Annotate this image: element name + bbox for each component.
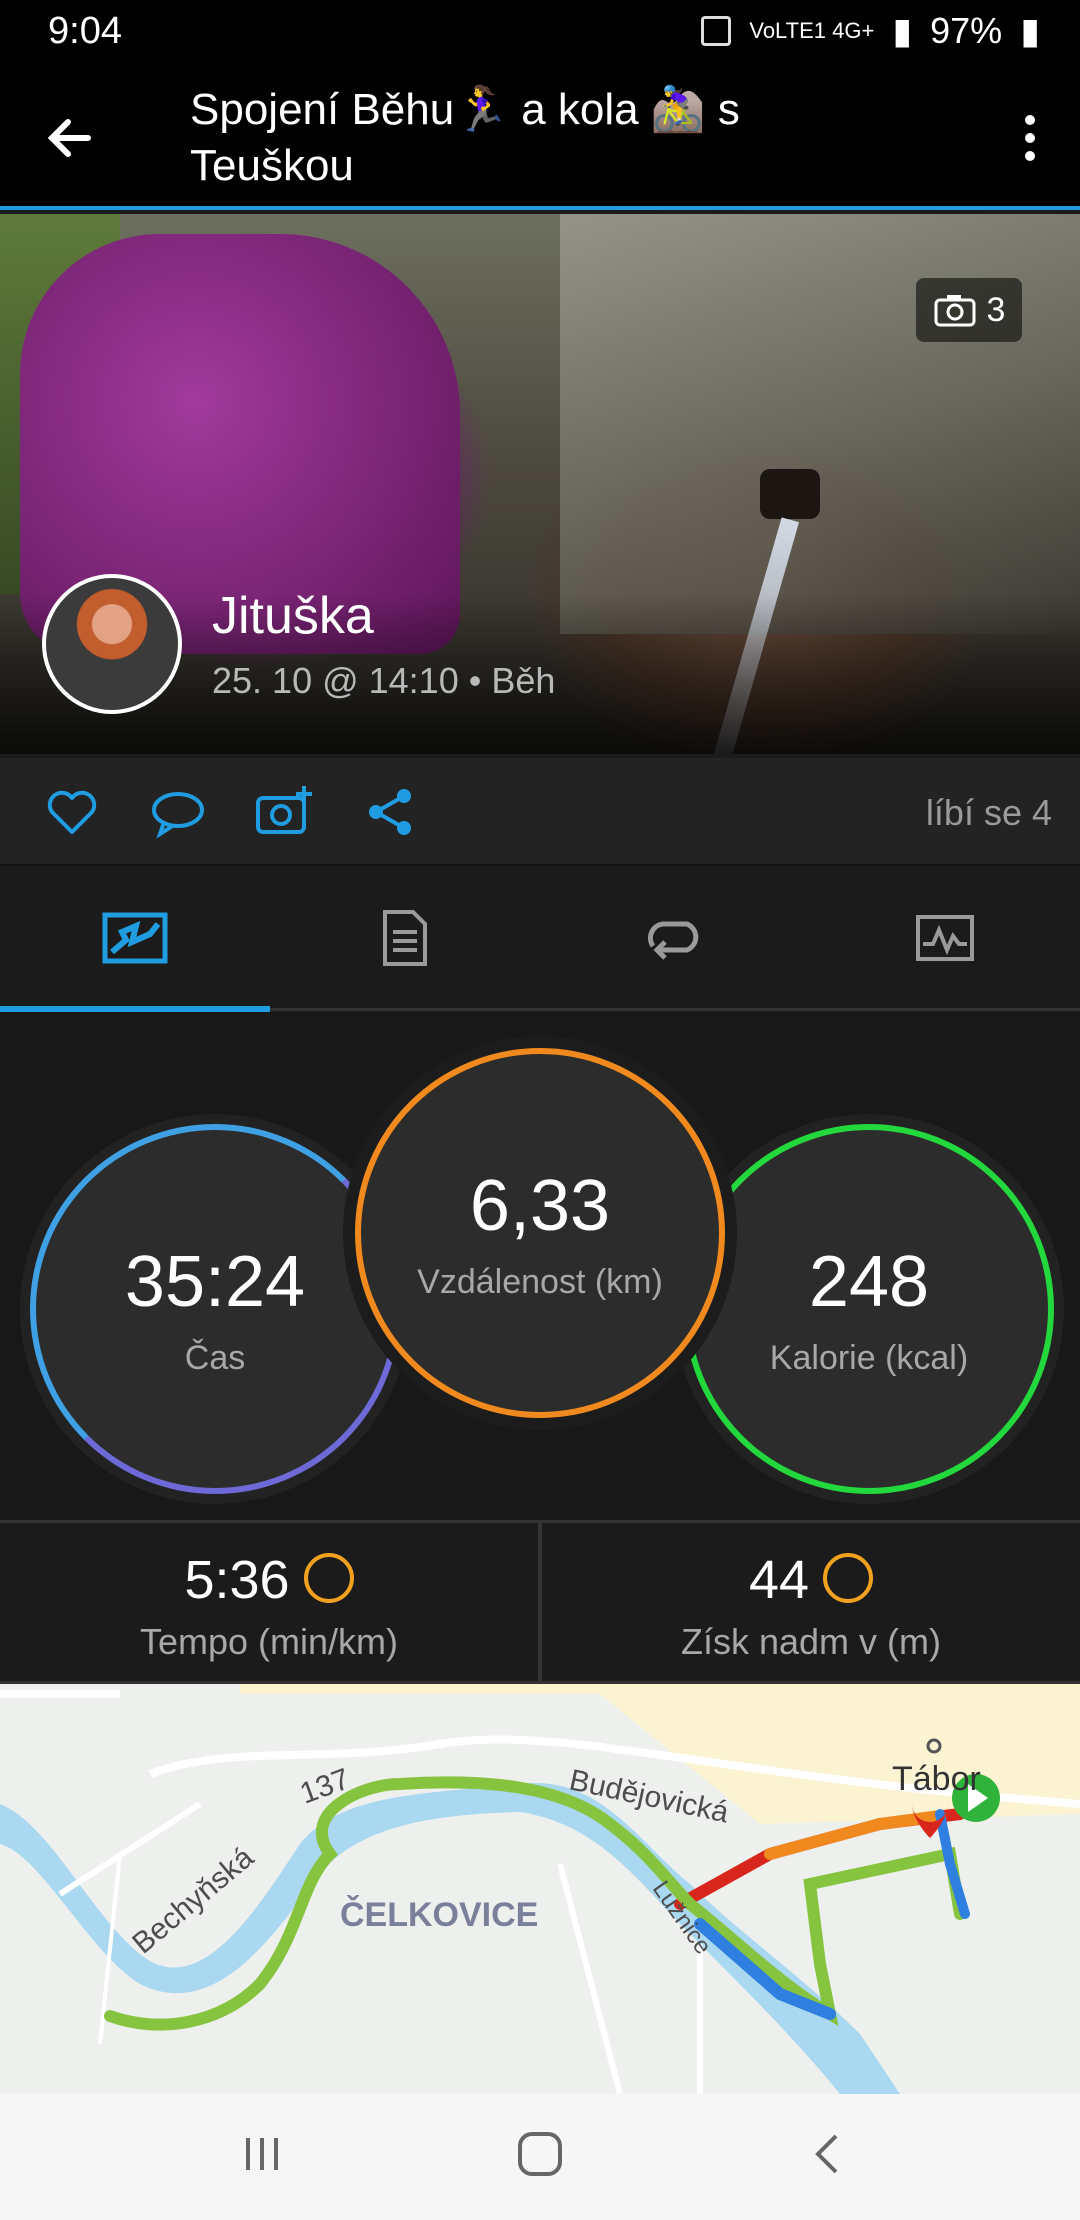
chart-icon xyxy=(916,915,974,961)
status-indicators: VoLTE1 4G+ ▮ 97% ▮ xyxy=(701,10,1040,52)
like-heart-icon[interactable] xyxy=(42,782,102,842)
home-icon[interactable] xyxy=(500,2124,580,2194)
app-bar-accent-line xyxy=(0,206,1080,210)
battery-label: 97% xyxy=(930,10,1003,51)
elevation-value: 44 xyxy=(748,1550,810,1610)
pace-value: 5:36 xyxy=(184,1550,290,1610)
laps-icon xyxy=(647,921,699,960)
heart-rate-zone-icon xyxy=(823,1552,874,1603)
time-ring: 35:24 Čas xyxy=(30,1124,400,1494)
distance-value: 6,33 xyxy=(469,1165,611,1246)
activity-photo[interactable]: 3 Jituška 25. 10 @ 14:10 • Běh xyxy=(0,214,1080,754)
metrics-row: 5:36 Tempo (min/km) 44 Získ nadm v (m) xyxy=(0,1520,1080,1684)
activity-tabs xyxy=(0,866,1080,1012)
route-map[interactable]: 137 Budějovická Bechyňská ČELKOVICE Lužn… xyxy=(0,1684,1080,2094)
time-value: 35:24 xyxy=(124,1241,306,1322)
alarm-icon xyxy=(701,16,732,46)
time-label: Čas xyxy=(184,1338,246,1377)
signal-icon: ▮ xyxy=(892,10,913,51)
map-label-tabor: Tábor xyxy=(892,1760,981,1798)
more-options-icon[interactable] xyxy=(1010,108,1050,168)
overview-icon xyxy=(102,912,168,964)
user-name[interactable]: Jituška xyxy=(212,586,374,646)
photo-stone-wall xyxy=(560,214,1080,634)
distance-ring: 6,33 Vzdálenost (km) xyxy=(355,1048,725,1418)
back-arrow-icon[interactable] xyxy=(40,108,110,168)
activity-title: Spojení Běhu🏃‍♀️ a kola 🚵‍♀️ s Teuškou xyxy=(190,85,740,190)
battery-icon: ▮ xyxy=(1020,10,1040,51)
details-icon xyxy=(383,910,427,966)
action-row: líbí se 4 xyxy=(0,758,1080,866)
app-bar: Spojení Běhu🏃‍♀️ a kola 🚵‍♀️ s Teuškou xyxy=(0,64,1080,210)
camera-icon xyxy=(934,295,976,327)
tab-laps[interactable] xyxy=(540,866,810,1010)
elevation-label: Získ nadm v (m) xyxy=(680,1621,941,1662)
pace-metric[interactable]: 5:36 Tempo (min/km) xyxy=(0,1523,538,1681)
calories-ring: 248 Kalorie (kcal) xyxy=(684,1124,1054,1494)
calories-value: 248 xyxy=(808,1241,930,1322)
photo-count-badge[interactable]: 3 xyxy=(916,278,1022,342)
photo-count: 3 xyxy=(986,290,1006,329)
status-bar: 9:04 VoLTE1 4G+ ▮ 97% ▮ xyxy=(0,0,1080,64)
network-label: VoLTE1 4G+ xyxy=(749,18,875,43)
tab-details[interactable] xyxy=(270,866,540,1010)
stats-panel: 35:24 Čas 248 Kalorie (kcal) 6,33 Vzdále… xyxy=(0,1012,1080,1520)
photo-pipe xyxy=(760,469,820,519)
back-nav-icon[interactable] xyxy=(788,2124,868,2194)
pace-label: Tempo (min/km) xyxy=(139,1621,399,1662)
likes-count[interactable]: líbí se 4 xyxy=(926,792,1052,834)
map-label-celkovice: ČELKOVICE xyxy=(340,1896,539,1934)
status-time: 9:04 xyxy=(48,10,122,52)
add-photo-icon[interactable] xyxy=(254,782,314,842)
tab-overview[interactable] xyxy=(0,866,270,1010)
system-nav-bar xyxy=(0,2094,1080,2220)
tab-charts[interactable] xyxy=(810,866,1080,1010)
comment-icon[interactable] xyxy=(148,782,208,842)
recent-apps-icon[interactable] xyxy=(222,2124,302,2194)
activity-meta: 25. 10 @ 14:10 • Běh xyxy=(212,660,556,701)
elevation-metric[interactable]: 44 Získ nadm v (m) xyxy=(542,1523,1080,1681)
calories-label: Kalorie (kcal) xyxy=(769,1338,969,1377)
avatar[interactable] xyxy=(42,574,182,714)
share-icon[interactable] xyxy=(360,782,420,842)
distance-label: Vzdálenost (km) xyxy=(417,1262,663,1301)
heart-rate-zone-icon xyxy=(303,1552,354,1603)
